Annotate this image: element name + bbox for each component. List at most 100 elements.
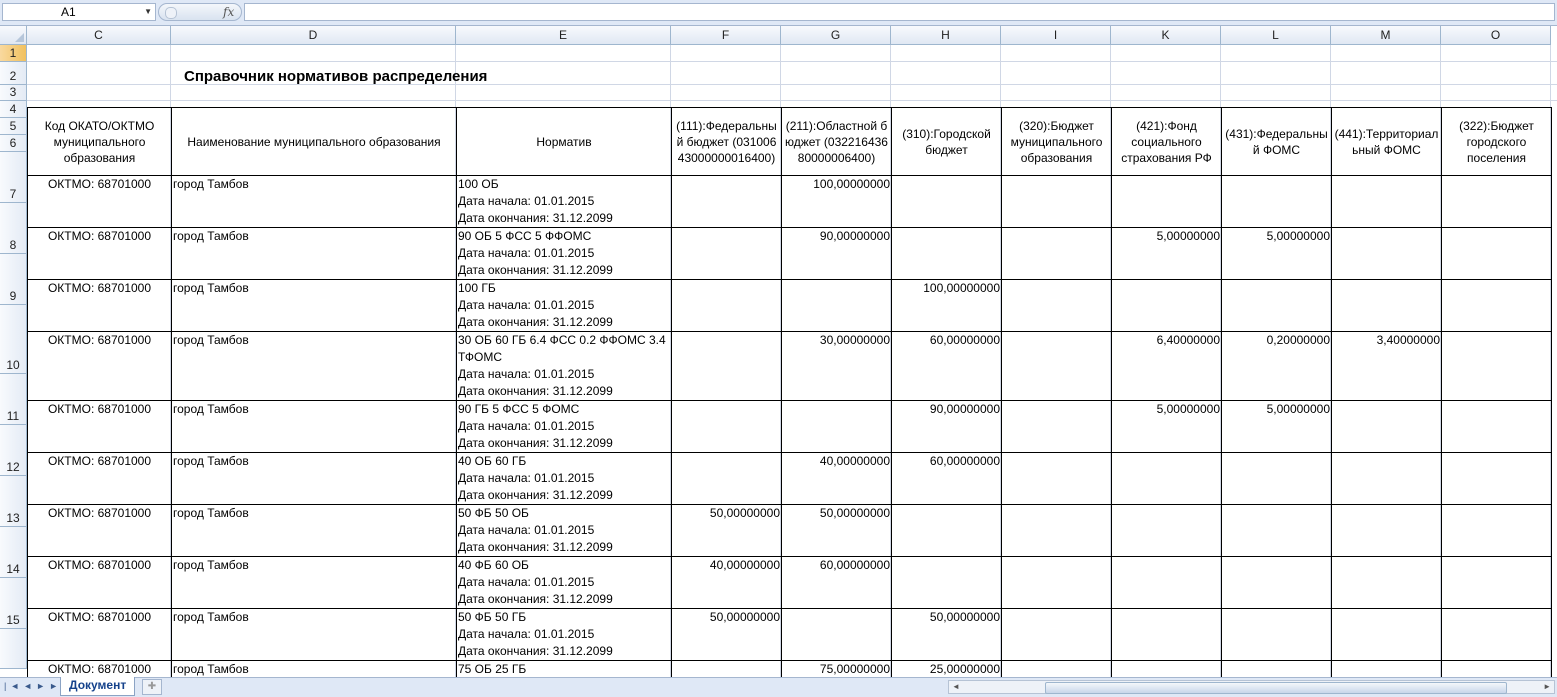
cell-value-k[interactable] [1111, 608, 1222, 661]
cell-value-k[interactable] [1111, 504, 1222, 557]
cell-value-h[interactable]: 60,00000000 [891, 331, 1002, 401]
row-header-10[interactable]: 10 [0, 305, 27, 374]
cell-value-f[interactable] [671, 400, 782, 453]
cell-value-l[interactable] [1221, 556, 1332, 609]
row-header-6[interactable]: 6 [0, 135, 27, 152]
cell-value-o[interactable] [1441, 331, 1552, 401]
cell-value-l[interactable]: 5,00000000 [1221, 400, 1332, 453]
cell-value-o[interactable] [1441, 608, 1552, 661]
prev-sheet-icon[interactable]: ◄ [23, 681, 36, 691]
cell-value-i[interactable] [1001, 175, 1112, 228]
cell-value-h[interactable] [891, 504, 1002, 557]
cell-value-m[interactable] [1331, 556, 1442, 609]
cell-code[interactable]: ОКТМО: 68701000 [27, 331, 172, 401]
header-federal-foms[interactable]: (431):Федеральный ФОМС [1221, 107, 1332, 176]
cell-value-o[interactable] [1441, 452, 1552, 505]
row-header-7[interactable]: 7 [0, 152, 27, 203]
cell-norm[interactable]: 90 ОБ 5 ФСС 5 ФФОМС Дата начала: 01.01.20… [456, 227, 672, 280]
row-header-9[interactable]: 9 [0, 254, 27, 305]
cell-code[interactable]: ОКТМО: 68701000 [27, 504, 172, 557]
cell-value-f[interactable] [671, 452, 782, 505]
cell-name[interactable]: город Тамбов [171, 175, 457, 228]
cell-code[interactable]: ОКТМО: 68701000 [27, 556, 172, 609]
cell-value-k[interactable]: 5,00000000 [1111, 227, 1222, 280]
cell-norm[interactable]: 50 ФБ 50 ГБ Дата начала: 01.01.2015 Дата о… [456, 608, 672, 661]
next-sheet-icon[interactable]: ► [36, 681, 49, 691]
cell-value-o[interactable] [1441, 279, 1552, 332]
cell-name[interactable]: город Тамбов [171, 660, 457, 677]
row-header-4[interactable]: 4 [0, 101, 27, 118]
cell-value-h[interactable]: 50,00000000 [891, 608, 1002, 661]
cell-code[interactable]: ОКТМО: 68701000 [27, 608, 172, 661]
cell-value-f[interactable] [671, 660, 782, 677]
cell-name[interactable]: город Тамбов [171, 227, 457, 280]
name-box[interactable]: A1 ▼ [2, 3, 156, 21]
scroll-thumb[interactable] [1045, 682, 1507, 694]
cell-value-g[interactable]: 75,00000000 [781, 660, 892, 677]
cell-value-o[interactable] [1441, 400, 1552, 453]
cell-value-i[interactable] [1001, 504, 1112, 557]
name-box-dropdown-icon[interactable]: ▼ [144, 7, 152, 16]
cell-value-f[interactable]: 50,00000000 [671, 504, 782, 557]
cell-value-i[interactable] [1001, 279, 1112, 332]
cell-norm[interactable]: 75 ОБ 25 ГБДата начала: 01.01.2015 [456, 660, 672, 677]
cell-value-f[interactable]: 50,00000000 [671, 608, 782, 661]
cell-value-m[interactable] [1331, 660, 1442, 677]
row-header-5[interactable]: 5 [0, 118, 27, 135]
cell-value-k[interactable]: 5,00000000 [1111, 400, 1222, 453]
cell-code[interactable]: ОКТМО: 68701000 [27, 400, 172, 453]
cell-name[interactable]: город Тамбов [171, 556, 457, 609]
cell-norm[interactable]: 100 ГБ Дата начала: 01.01.2015 Дата оконча… [456, 279, 672, 332]
cell-value-k[interactable] [1111, 452, 1222, 505]
header-regional-budget[interactable]: (211):Областной бюджет (0322164368000000… [781, 107, 892, 176]
cell-norm[interactable]: 40 ФБ 60 ОБ Дата начала: 01.01.2015 Дата о… [456, 556, 672, 609]
cell-value-m[interactable] [1331, 608, 1442, 661]
cell-value-g[interactable] [781, 279, 892, 332]
cell-value-l[interactable] [1221, 608, 1332, 661]
column-header-o[interactable]: O [1441, 26, 1551, 45]
column-header-g[interactable]: G [781, 26, 891, 45]
cell-value-l[interactable] [1221, 660, 1332, 677]
cell-value-i[interactable] [1001, 452, 1112, 505]
select-all-corner[interactable] [0, 26, 27, 45]
cell-value-i[interactable] [1001, 227, 1112, 280]
column-header-d[interactable]: D [171, 26, 456, 45]
cell-name[interactable]: город Тамбов [171, 608, 457, 661]
cell-name[interactable]: город Тамбов [171, 331, 457, 401]
column-header-k[interactable]: K [1111, 26, 1221, 45]
cell-norm[interactable]: 50 ФБ 50 ОБ Дата начала: 01.01.2015 Дата о… [456, 504, 672, 557]
cell-value-k[interactable]: 6,40000000 [1111, 331, 1222, 401]
cell-name[interactable]: город Тамбов [171, 400, 457, 453]
cell-value-i[interactable] [1001, 331, 1112, 401]
cell-value-h[interactable]: 25,00000000 [891, 660, 1002, 677]
row-header-14[interactable]: 14 [0, 527, 27, 578]
cell-value-m[interactable] [1331, 400, 1442, 453]
cell-value-f[interactable]: 40,00000000 [671, 556, 782, 609]
cell-norm[interactable]: 40 ОБ 60 ГБ Дата начала: 01.01.2015 Дата о… [456, 452, 672, 505]
cell-value-l[interactable]: 5,00000000 [1221, 227, 1332, 280]
cell-value-k[interactable] [1111, 556, 1222, 609]
cell-value-l[interactable] [1221, 175, 1332, 228]
cell-code[interactable]: ОКТМО: 68701000 [27, 279, 172, 332]
row-header-13[interactable]: 13 [0, 476, 27, 527]
first-sheet-icon[interactable]: |◄ [4, 681, 23, 691]
cell-value-g[interactable] [781, 400, 892, 453]
cell-value-o[interactable] [1441, 175, 1552, 228]
cell-value-g[interactable] [781, 608, 892, 661]
cell-value-o[interactable] [1441, 660, 1552, 677]
cell-name[interactable]: город Тамбов [171, 279, 457, 332]
cell-value-g[interactable]: 90,00000000 [781, 227, 892, 280]
header-territorial-foms[interactable]: (441):Территориальный ФОМС [1331, 107, 1442, 176]
cell-value-h[interactable] [891, 175, 1002, 228]
scroll-left-icon[interactable]: ◄ [952, 682, 960, 691]
cell-value-l[interactable] [1221, 279, 1332, 332]
cell-value-m[interactable]: 3,40000000 [1331, 331, 1442, 401]
cell-norm[interactable]: 100 ОБ Дата начала: 01.01.2015 Дата оконча… [456, 175, 672, 228]
cell-value-h[interactable]: 90,00000000 [891, 400, 1002, 453]
cell-value-l[interactable] [1221, 452, 1332, 505]
cell-value-o[interactable] [1441, 227, 1552, 280]
insert-sheet-icon[interactable]: ✚ [142, 679, 162, 695]
cell-norm[interactable]: 30 ОБ 60 ГБ 6.4 ФСС 0.2 ФФОМС 3.4 ТФОМС Д… [456, 331, 672, 401]
header-name[interactable]: Наименование муниципального образования [171, 107, 457, 176]
cell-value-h[interactable]: 100,00000000 [891, 279, 1002, 332]
